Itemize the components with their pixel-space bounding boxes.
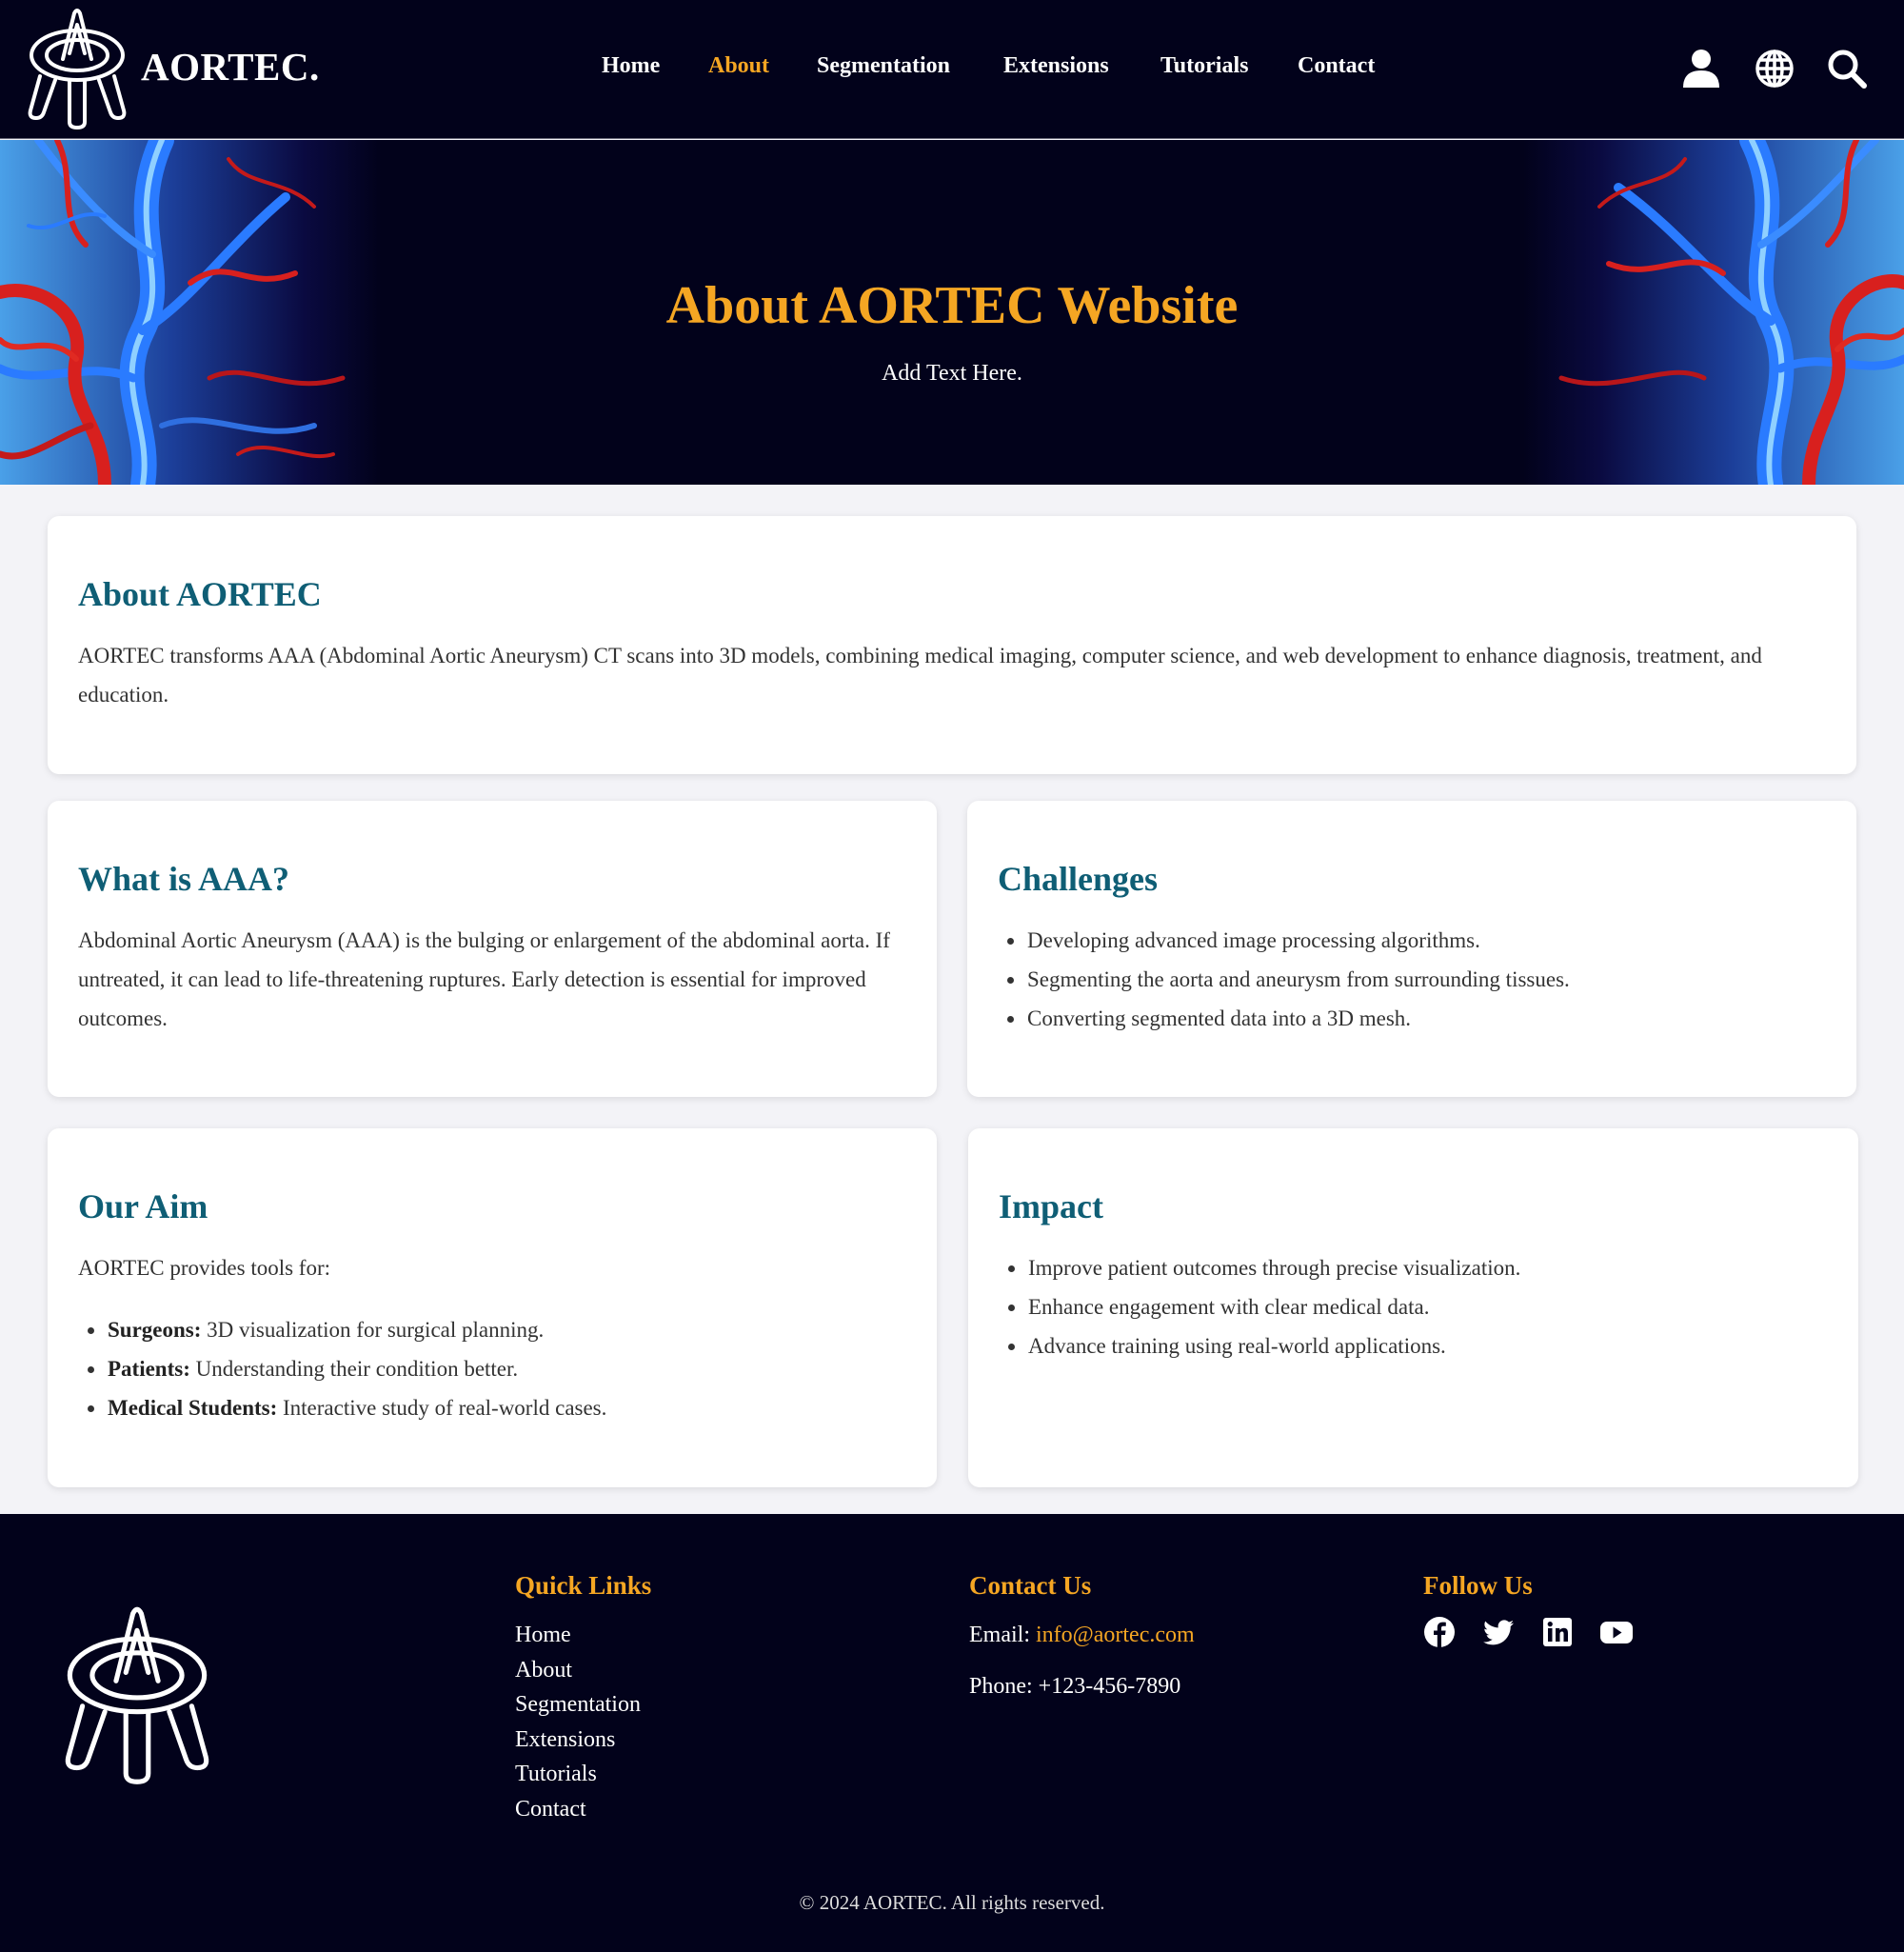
footer-link-contact[interactable]: Contact (515, 1792, 651, 1827)
our-aim-card: Our Aim AORTEC provides tools for: Surge… (48, 1128, 937, 1487)
search-icon[interactable] (1826, 48, 1868, 90)
what-is-aaa-title: What is AAA? (78, 860, 290, 898)
challenges-title: Challenges (998, 860, 1159, 898)
about-title: About AORTEC (78, 575, 322, 613)
contact-section: Contact Us Email: info@aortec.com Phone:… (969, 1571, 1195, 1721)
linkedin-icon[interactable] (1541, 1616, 1574, 1648)
nav-about[interactable]: About (708, 53, 769, 79)
footer-link-about[interactable]: About (515, 1653, 651, 1688)
main-nav: Home About Segmentation Extensions Tutor… (0, 53, 1904, 91)
about-text: AORTEC transforms AAA (Abdominal Aortic … (78, 644, 1762, 707)
follow-title: Follow Us (1423, 1571, 1533, 1600)
list-item: Advance training using real-world applic… (999, 1326, 1828, 1365)
nav-extensions[interactable]: Extensions (1003, 53, 1109, 79)
list-item: Medical Students: Interactive study of r… (78, 1388, 906, 1427)
hero-banner: About AORTEC Website Add Text Here. (0, 140, 1904, 485)
challenges-card: Challenges Developing advanced image pro… (967, 801, 1856, 1097)
social-links (1423, 1616, 1633, 1648)
audience-label: Surgeons: (108, 1318, 202, 1342)
footer-link-tutorials[interactable]: Tutorials (515, 1757, 651, 1792)
footer-link-home[interactable]: Home (515, 1618, 651, 1653)
nav-contact[interactable]: Contact (1298, 53, 1375, 79)
site-footer: Quick Links Home About Segmentation Exte… (0, 1514, 1904, 1952)
audience-text: Understanding their condition better. (189, 1357, 519, 1381)
hero-subtitle: Add Text Here. (882, 361, 1022, 386)
what-is-aaa-text: Abdominal Aortic Aneurysm (AAA) is the b… (78, 928, 890, 1030)
list-item: Enhance engagement with clear medical da… (999, 1287, 1828, 1326)
quick-links-title: Quick Links (515, 1571, 652, 1600)
audience-label: Medical Students: (108, 1396, 278, 1420)
user-icon[interactable] (1680, 48, 1722, 90)
quick-links-section: Quick Links Home About Segmentation Exte… (515, 1571, 651, 1826)
impact-title: Impact (999, 1187, 1103, 1225)
twitter-icon[interactable] (1482, 1616, 1515, 1648)
what-is-aaa-card: What is AAA? Abdominal Aortic Aneurysm (… (48, 801, 937, 1097)
email-label: Email: (969, 1623, 1036, 1647)
facebook-icon[interactable] (1423, 1616, 1456, 1648)
footer-link-segmentation[interactable]: Segmentation (515, 1687, 651, 1723)
list-item: Converting segmented data into a 3D mesh… (998, 999, 1826, 1038)
follow-section: Follow Us (1423, 1571, 1633, 1648)
audience-text: 3D visualization for surgical planning. (201, 1318, 545, 1342)
impact-list: Improve patient outcomes through precise… (999, 1248, 1828, 1365)
list-item: Improve patient outcomes through precise… (999, 1248, 1828, 1287)
impact-card: Impact Improve patient outcomes through … (968, 1128, 1858, 1487)
nav-segmentation[interactable]: Segmentation (817, 53, 950, 79)
list-item: Developing advanced image processing alg… (998, 921, 1826, 960)
globe-icon[interactable] (1754, 48, 1795, 90)
site-header: AORTEC. Home About Segmentation Extensio… (0, 0, 1904, 139)
challenges-list: Developing advanced image processing alg… (998, 921, 1826, 1038)
nav-home[interactable]: Home (602, 53, 660, 79)
email-link[interactable]: info@aortec.com (1036, 1623, 1195, 1647)
list-item: Surgeons: 3D visualization for surgical … (78, 1310, 906, 1349)
about-card: About AORTEC AORTEC transforms AAA (Abdo… (48, 516, 1856, 774)
contact-email: Email: info@aortec.com (969, 1618, 1195, 1652)
our-aim-title: Our Aim (78, 1187, 208, 1225)
our-aim-list: Surgeons: 3D visualization for surgical … (78, 1310, 906, 1427)
page-title: About AORTEC Website (665, 276, 1239, 335)
audience-label: Patients: (108, 1357, 190, 1381)
list-item: Segmenting the aorta and aneurysm from s… (998, 960, 1826, 999)
our-aim-intro: AORTEC provides tools for: (78, 1256, 331, 1280)
contact-title: Contact Us (969, 1571, 1092, 1600)
audience-text: Interactive study of real-world cases. (277, 1396, 607, 1420)
youtube-icon[interactable] (1600, 1616, 1633, 1648)
nav-tutorials[interactable]: Tutorials (1160, 53, 1248, 79)
copyright-text: © 2024 AORTEC. All rights reserved. (799, 1891, 1105, 1914)
contact-phone: Phone: +123-456-7890 (969, 1674, 1181, 1699)
footer-link-extensions[interactable]: Extensions (515, 1723, 651, 1758)
aortec-logo-icon[interactable] (63, 1602, 211, 1788)
list-item: Patients: Understanding their condition … (78, 1349, 906, 1388)
